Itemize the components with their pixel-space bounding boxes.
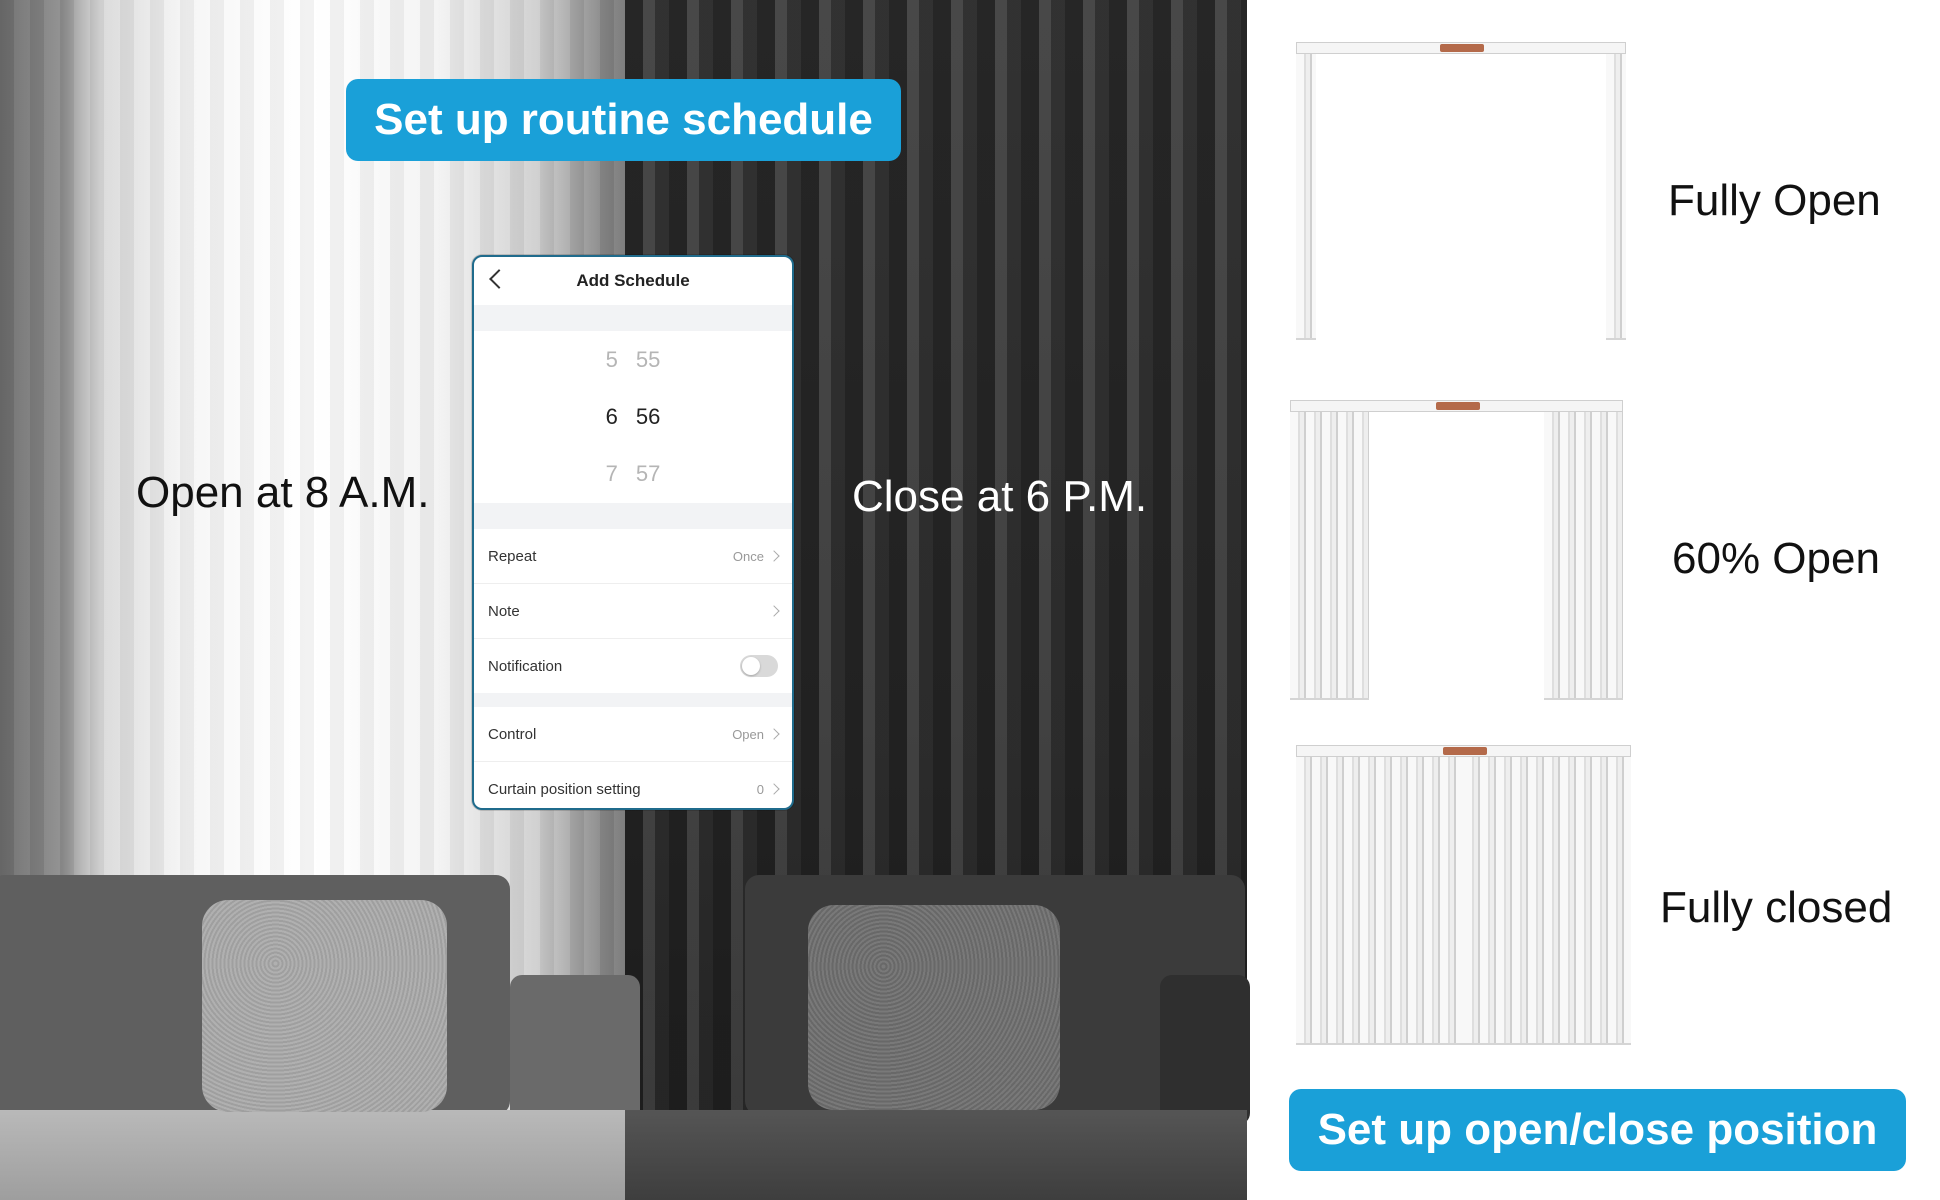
left-sofa-seat	[0, 1110, 625, 1200]
hour-value: 7	[605, 460, 618, 486]
chevron-right-icon	[768, 550, 780, 562]
curtain-motor-icon	[1442, 747, 1487, 755]
chevron-right-icon	[768, 605, 780, 617]
fully-open-curtain-diagram	[1296, 42, 1626, 340]
repeat-row[interactable]: Repeat Once	[474, 529, 792, 584]
section-divider	[474, 693, 792, 707]
time-picker[interactable]: 5 55 6 56 7 57	[474, 331, 792, 503]
right-sofa-arm	[1160, 975, 1250, 1125]
hour-value: 6	[605, 403, 618, 429]
time-picker-row[interactable]: 5 55	[474, 331, 792, 388]
minute-value: 57	[635, 460, 661, 486]
chevron-right-icon	[768, 728, 780, 740]
position-banner: Set up open/close position	[1289, 1089, 1906, 1171]
curtain-position-value: 0	[756, 781, 764, 797]
sixty-percent-curtain-diagram	[1290, 400, 1623, 700]
minute-value: 56	[635, 403, 661, 429]
add-schedule-screen: Add Schedule 5 55 6 56 7 57 Repeat Once …	[472, 255, 794, 810]
chevron-right-icon	[768, 783, 780, 795]
screen-header: Add Schedule	[474, 257, 792, 305]
curtain-panel-left	[1296, 54, 1316, 340]
schedule-banner: Set up routine schedule	[346, 79, 901, 161]
notification-row: Notification	[474, 639, 792, 693]
left-pillow	[202, 900, 447, 1112]
curtain-position-label: Curtain position setting	[488, 780, 641, 798]
curtain-position-row[interactable]: Curtain position setting 0	[474, 762, 792, 808]
fully-closed-curtain-diagram	[1296, 745, 1631, 1045]
right-sofa-seat	[625, 1110, 1247, 1200]
curtain-motor-icon	[1435, 402, 1480, 410]
curtain-track	[1296, 42, 1626, 54]
curtain-panel-left	[1290, 412, 1369, 700]
back-chevron-icon[interactable]	[489, 269, 509, 289]
close-time-caption: Close at 6 P.M.	[852, 472, 1148, 521]
section-divider	[474, 305, 792, 331]
note-label: Note	[488, 602, 520, 620]
curtain-panel-right	[1463, 757, 1631, 1045]
toggle-knob	[742, 657, 760, 675]
repeat-label: Repeat	[488, 547, 537, 565]
note-row[interactable]: Note	[474, 584, 792, 639]
curtain-motor-icon	[1440, 44, 1484, 52]
curtain-track	[1296, 745, 1631, 757]
control-value: Open	[732, 726, 764, 742]
fully-open-label: Fully Open	[1668, 176, 1881, 225]
time-picker-row-selected[interactable]: 6 56	[474, 388, 792, 445]
repeat-value: Once	[732, 548, 764, 564]
right-pillow	[808, 905, 1060, 1110]
notification-label: Notification	[488, 657, 563, 675]
notification-toggle[interactable]	[740, 655, 778, 677]
curtain-panel-left	[1296, 757, 1464, 1045]
curtain-panel-right	[1544, 412, 1623, 700]
curtain-panel-right	[1606, 54, 1626, 340]
open-time-caption: Open at 8 A.M.	[136, 468, 430, 517]
curtain-track	[1290, 400, 1623, 412]
screen-title: Add Schedule	[576, 271, 690, 290]
sixty-percent-label: 60% Open	[1672, 534, 1880, 583]
fully-closed-label: Fully closed	[1660, 883, 1893, 932]
hour-value: 5	[605, 346, 618, 372]
minute-value: 55	[635, 346, 661, 372]
control-row[interactable]: Control Open	[474, 707, 792, 762]
time-picker-row[interactable]: 7 57	[474, 445, 792, 502]
control-label: Control	[488, 725, 537, 743]
left-sofa-arm	[510, 975, 640, 1125]
section-divider	[474, 503, 792, 529]
